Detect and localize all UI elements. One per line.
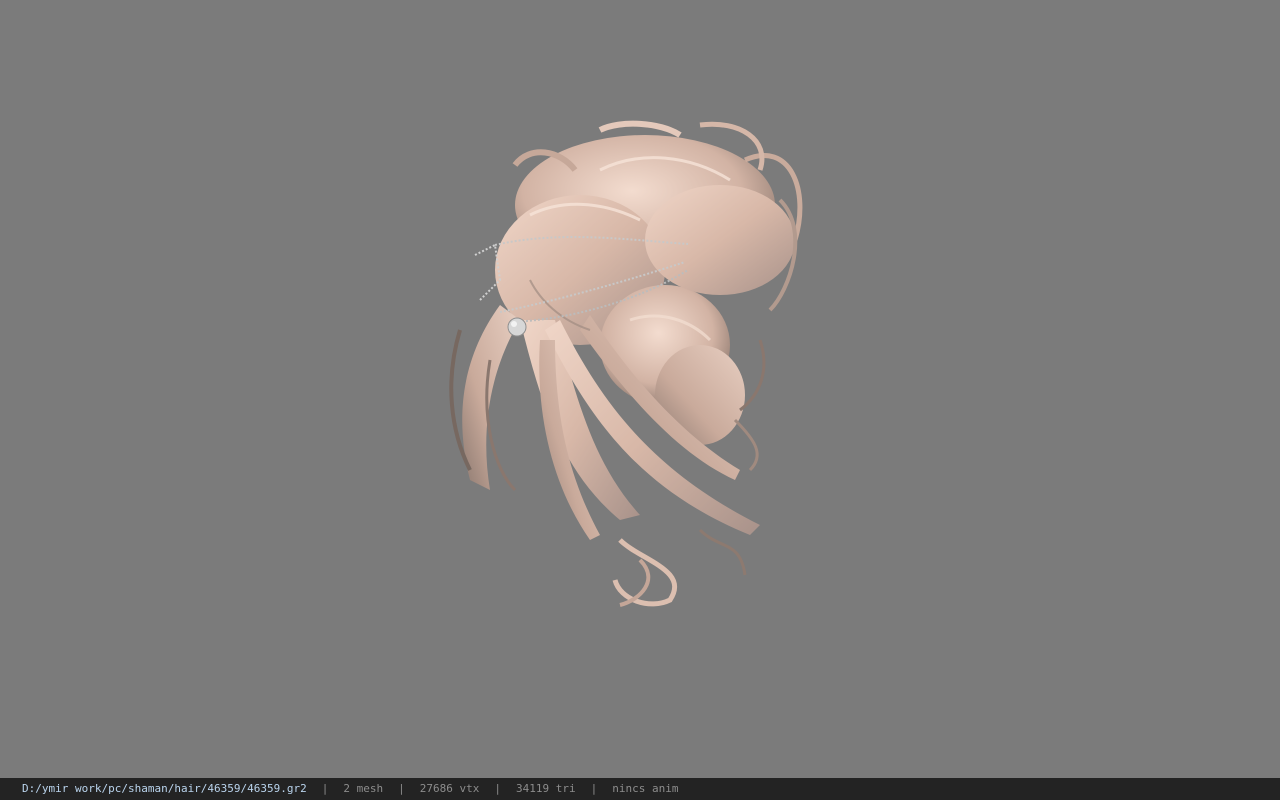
hair-model-render[interactable] bbox=[0, 0, 1280, 778]
mesh-count: 2 mesh bbox=[343, 782, 384, 795]
hair-mass bbox=[449, 120, 803, 607]
3d-viewport[interactable] bbox=[0, 0, 1280, 778]
separator: | bbox=[494, 782, 502, 795]
separator: | bbox=[398, 782, 405, 795]
separator: | bbox=[590, 782, 598, 795]
file-path: D:/ymir work/pc/shaman/hair/46359/46359.… bbox=[22, 782, 307, 795]
vertex-count: 27686 vtx bbox=[419, 782, 480, 795]
animation-status: nincs anim bbox=[612, 782, 679, 795]
separator: | bbox=[321, 782, 329, 795]
triangle-count: 34119 tri bbox=[516, 782, 576, 795]
status-bar: D:/ymir work/pc/shaman/hair/46359/46359.… bbox=[0, 778, 1280, 800]
